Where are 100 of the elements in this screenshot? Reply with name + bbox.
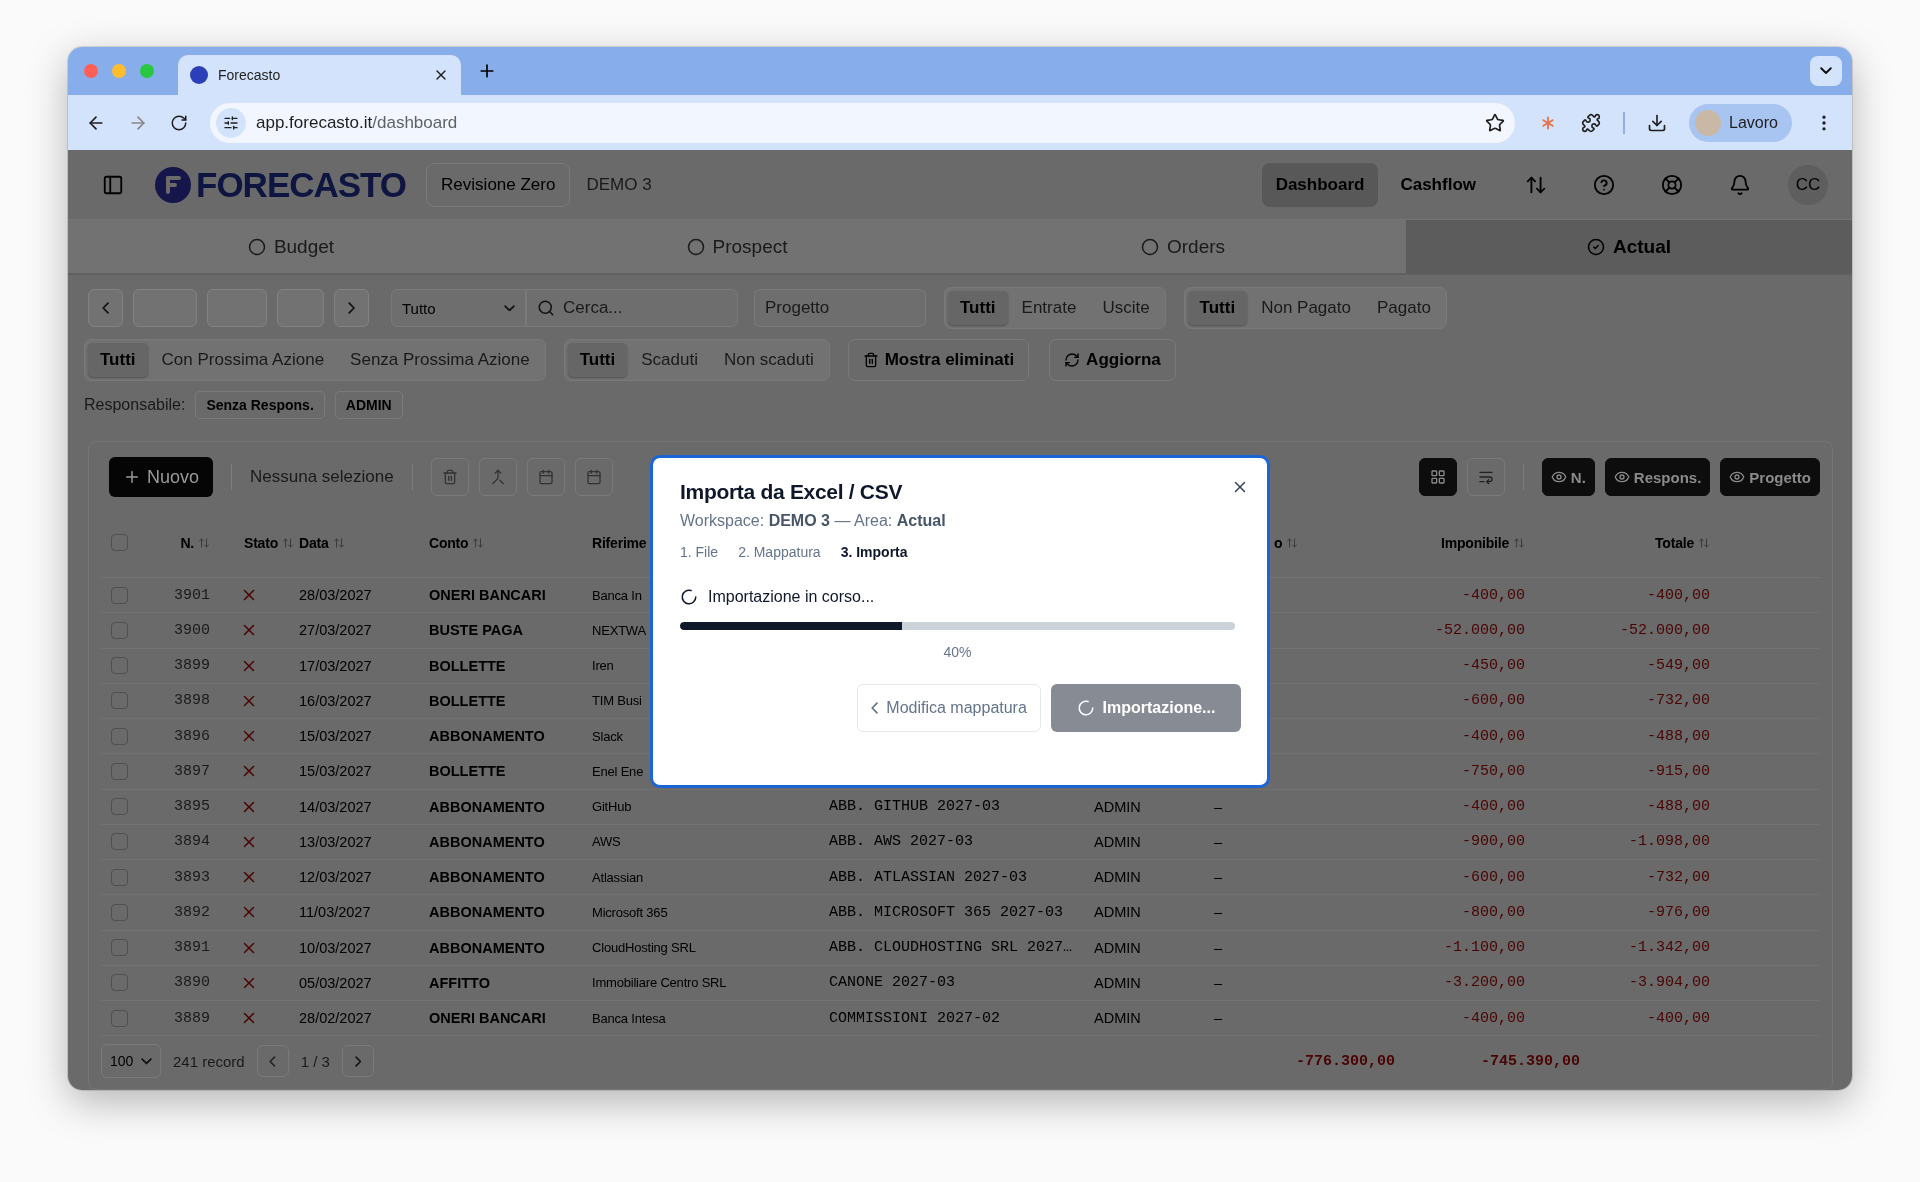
table-cell: -549,00 — [1647, 657, 1710, 675]
column-header[interactable]: N. — [180, 534, 210, 551]
url-host: app.forecasto.it — [256, 112, 373, 133]
lifebuoy-icon[interactable] — [1661, 173, 1683, 196]
show-deleted-button[interactable]: Mostra eliminati — [847, 339, 1030, 381]
page-size-select[interactable]: 100 — [101, 1044, 161, 1079]
table-cell: 13/03/2027 — [299, 833, 372, 850]
table-cell: ABBONAMENTO — [429, 728, 545, 745]
table-cell: BUSTE PAGA — [429, 622, 523, 639]
column-header[interactable]: Totale — [1655, 534, 1710, 551]
owner-chip[interactable]: Senza Respons. — [195, 391, 325, 419]
column-toggle-button[interactable]: N. — [1541, 458, 1595, 496]
filter-tab[interactable]: Uscite — [1090, 291, 1162, 325]
table-cell: 3895 — [174, 798, 210, 816]
search-field[interactable]: Cerca... — [526, 289, 738, 327]
row-checkbox[interactable] — [111, 621, 128, 639]
back-button[interactable]: Modifica mappatura — [857, 684, 1041, 732]
filter-tab[interactable]: Tutti — [88, 343, 148, 377]
calendar-button[interactable] — [526, 458, 565, 496]
area-tab[interactable]: Orders — [960, 220, 1406, 273]
date-field[interactable] — [277, 289, 324, 327]
sort-icon — [1513, 536, 1525, 549]
extensions-icon[interactable] — [1581, 112, 1601, 133]
type-select[interactable]: Tutto — [391, 289, 526, 327]
area-tab[interactable]: Budget — [68, 220, 514, 273]
new-button[interactable]: Nuovo — [109, 457, 214, 497]
bookmark-star-icon[interactable] — [1485, 112, 1505, 133]
next-button[interactable] — [334, 289, 369, 327]
merge-button[interactable] — [478, 458, 517, 496]
column-toggle-button[interactable]: Respons. — [1604, 458, 1711, 496]
browser-tab[interactable]: Forecasto — [178, 55, 461, 95]
help-icon[interactable] — [1593, 173, 1615, 196]
column-header[interactable]: Conto — [429, 534, 485, 551]
previous-button[interactable] — [88, 289, 123, 327]
area-tab[interactable]: Prospect — [514, 220, 960, 273]
table-cell: -400,00 — [1462, 586, 1525, 604]
area-tab[interactable]: Actual — [1406, 220, 1852, 273]
column-header[interactable]: Riferime — [592, 534, 647, 551]
filter-tab[interactable]: Entrate — [1009, 291, 1089, 325]
bell-icon[interactable] — [1729, 173, 1751, 196]
table-cell: 17/03/2027 — [299, 657, 372, 674]
select-all-checkbox[interactable] — [111, 534, 128, 551]
site-settings-button[interactable] — [216, 107, 246, 138]
nav-tab[interactable]: Dashboard — [1261, 162, 1379, 207]
row-checkbox[interactable] — [111, 868, 128, 886]
previous-page-button[interactable] — [256, 1045, 289, 1078]
row-checkbox[interactable] — [111, 762, 128, 780]
wrap-text-button[interactable] — [1466, 458, 1505, 496]
row-checkbox[interactable] — [111, 657, 128, 675]
row-checkbox[interactable] — [111, 974, 128, 992]
calendar-button[interactable] — [574, 458, 613, 496]
refresh-button[interactable]: Aggiorna — [1049, 339, 1176, 381]
filter-tab[interactable]: Tutti — [948, 291, 1008, 325]
row-checkbox[interactable] — [111, 903, 128, 921]
total-amount: -776.300,00 — [1295, 1052, 1395, 1070]
filter-tab[interactable]: Con Prossima Azione — [149, 343, 337, 377]
sidebar-toggle-icon[interactable] — [102, 173, 124, 196]
row-checkbox[interactable] — [111, 586, 128, 604]
table-cell: -750,00 — [1462, 762, 1525, 780]
reload-icon[interactable] — [170, 113, 188, 132]
wrap-text-icon — [1477, 469, 1494, 485]
download-icon[interactable] — [1647, 112, 1667, 133]
revision-button[interactable]: Revisione Zero — [426, 162, 571, 207]
row-checkbox[interactable] — [111, 939, 128, 957]
row-checkbox[interactable] — [111, 798, 128, 816]
filter-tab[interactable]: Non Pagato — [1249, 291, 1363, 325]
row-checkbox[interactable] — [111, 727, 128, 745]
owner-chip[interactable]: ADMIN — [334, 391, 403, 419]
delete-button[interactable] — [430, 458, 469, 496]
table-cell: -1.098,00 — [1629, 833, 1710, 851]
next-page-button[interactable] — [341, 1045, 374, 1078]
column-toggle-button[interactable]: Progetto — [1720, 458, 1820, 496]
column-header[interactable]: Stato — [244, 534, 294, 551]
filter-tab[interactable]: Pagato — [1364, 291, 1443, 325]
project-field[interactable]: Progetto — [754, 289, 926, 327]
grid-view-button[interactable] — [1418, 458, 1457, 496]
refresh-icon — [1064, 352, 1081, 368]
filter-tab[interactable]: Tutti — [1187, 291, 1248, 325]
column-header[interactable]: Data — [299, 534, 345, 551]
column-header[interactable]: Imponibile — [1441, 534, 1525, 551]
filter-tab[interactable]: Non scaduti — [711, 343, 826, 377]
profile-button[interactable]: Lavoro — [1689, 103, 1792, 142]
date-field[interactable] — [207, 289, 267, 327]
table-cell: Iren — [592, 658, 614, 674]
nav-tab[interactable]: Cashflow — [1386, 162, 1490, 207]
row-checkbox[interactable] — [111, 1009, 128, 1027]
column-header[interactable]: o — [1274, 534, 1299, 551]
table-cell: CloudHosting SRL — [592, 940, 696, 956]
filter-tab[interactable]: Scaduti — [629, 343, 710, 377]
filter-tab[interactable]: Senza Prossima Azione — [338, 343, 542, 377]
date-field[interactable] — [133, 289, 197, 327]
address-bar[interactable]: app.forecasto.it/dashboard — [210, 102, 1515, 143]
filter-tab[interactable]: Tutti — [567, 343, 628, 377]
avatar-circle — [1695, 109, 1721, 136]
row-checkbox[interactable] — [111, 692, 128, 710]
row-checkbox[interactable] — [111, 833, 128, 851]
tab-list-button[interactable] — [1810, 56, 1842, 86]
table-cell: ADMIN — [1094, 974, 1141, 991]
user-avatar[interactable]: CC — [1788, 164, 1828, 205]
step-label: 3. Importa — [840, 544, 908, 560]
